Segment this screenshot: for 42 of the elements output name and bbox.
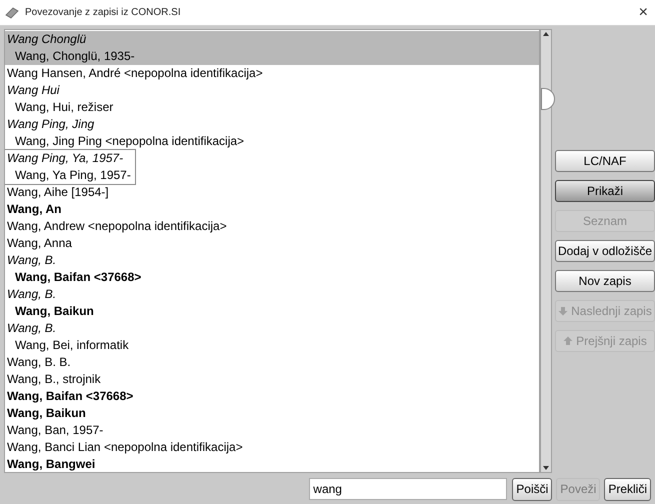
list-row[interactable]: Wang, Hui, režiser — [5, 99, 539, 116]
list-row[interactable]: Wang, B. — [5, 286, 539, 303]
book-icon — [5, 6, 19, 18]
list-row[interactable]: Wang, Jing Ping <nepopolna identifikacija> — [5, 133, 539, 150]
list-row[interactable]: Wang, Andrew <nepopolna identifikacija> — [5, 218, 539, 235]
list-row[interactable]: Wang, Banci Lian <nepopolna identifikacija> — [5, 439, 539, 456]
list-row[interactable]: Wang, An — [5, 201, 539, 218]
side-button[interactable]: Prikaži — [555, 180, 655, 202]
side-button[interactable]: Nov zapis — [555, 270, 655, 292]
list-row[interactable]: Wang, B. B. — [5, 354, 539, 371]
search-field[interactable]: wang — [309, 478, 508, 500]
close-button[interactable]: × — [636, 4, 650, 20]
list-row[interactable]: Wang, Baikun — [5, 303, 539, 320]
list-row[interactable]: Wang Ping, Jing — [5, 116, 539, 133]
list-row[interactable]: Wang Chonglü — [5, 31, 539, 48]
list-row[interactable]: Wang, Ya Ping, 1957- — [5, 167, 131, 184]
list-row[interactable]: Wang, B. — [5, 252, 539, 269]
list-row[interactable]: Wang, Baifan <37668> — [5, 269, 539, 286]
dialog-button[interactable]: Prekliči — [604, 478, 651, 500]
scroll-down-icon[interactable] — [542, 464, 550, 472]
list-row[interactable]: Wang, B. — [5, 320, 539, 337]
list-row[interactable]: Wang Ping, Ya, 1957- — [5, 150, 131, 167]
list-row[interactable]: Wang, Baifan <37668> — [5, 388, 539, 405]
dialog-button[interactable]: Poišči — [512, 478, 552, 500]
side-button[interactable]: LC/NAF — [555, 150, 655, 172]
scrollbar[interactable] — [540, 29, 552, 473]
side-button[interactable]: Dodaj v odložišče — [555, 240, 655, 262]
window-title: Povezovanje z zapisi iz CONOR.SI — [25, 6, 181, 20]
scroll-up-icon[interactable] — [542, 30, 550, 38]
scroll-thumb[interactable] — [541, 88, 555, 110]
list-row[interactable]: Wang, B., strojnik — [5, 371, 539, 388]
up-arrow-icon — [563, 336, 574, 346]
down-arrow-icon — [558, 306, 568, 316]
list-row[interactable]: Wang, Ban, 1957- — [5, 422, 539, 439]
list-row[interactable]: Wang, Aihe [1954-] — [5, 184, 539, 201]
list-row[interactable]: Wang, Bei, informatik — [5, 337, 539, 354]
list-row[interactable]: Wang, Baikun — [5, 405, 539, 422]
list-row[interactable]: Wang, Chonglü, 1935- — [5, 48, 539, 65]
list-row[interactable]: Wang, Anna — [5, 235, 539, 252]
list-row[interactable]: Wang Hansen, André <nepopolna identifikacija> — [5, 65, 539, 82]
list-row[interactable]: Wang, Bangwei — [5, 456, 539, 472]
list-row[interactable]: Wang Hui — [5, 82, 539, 99]
